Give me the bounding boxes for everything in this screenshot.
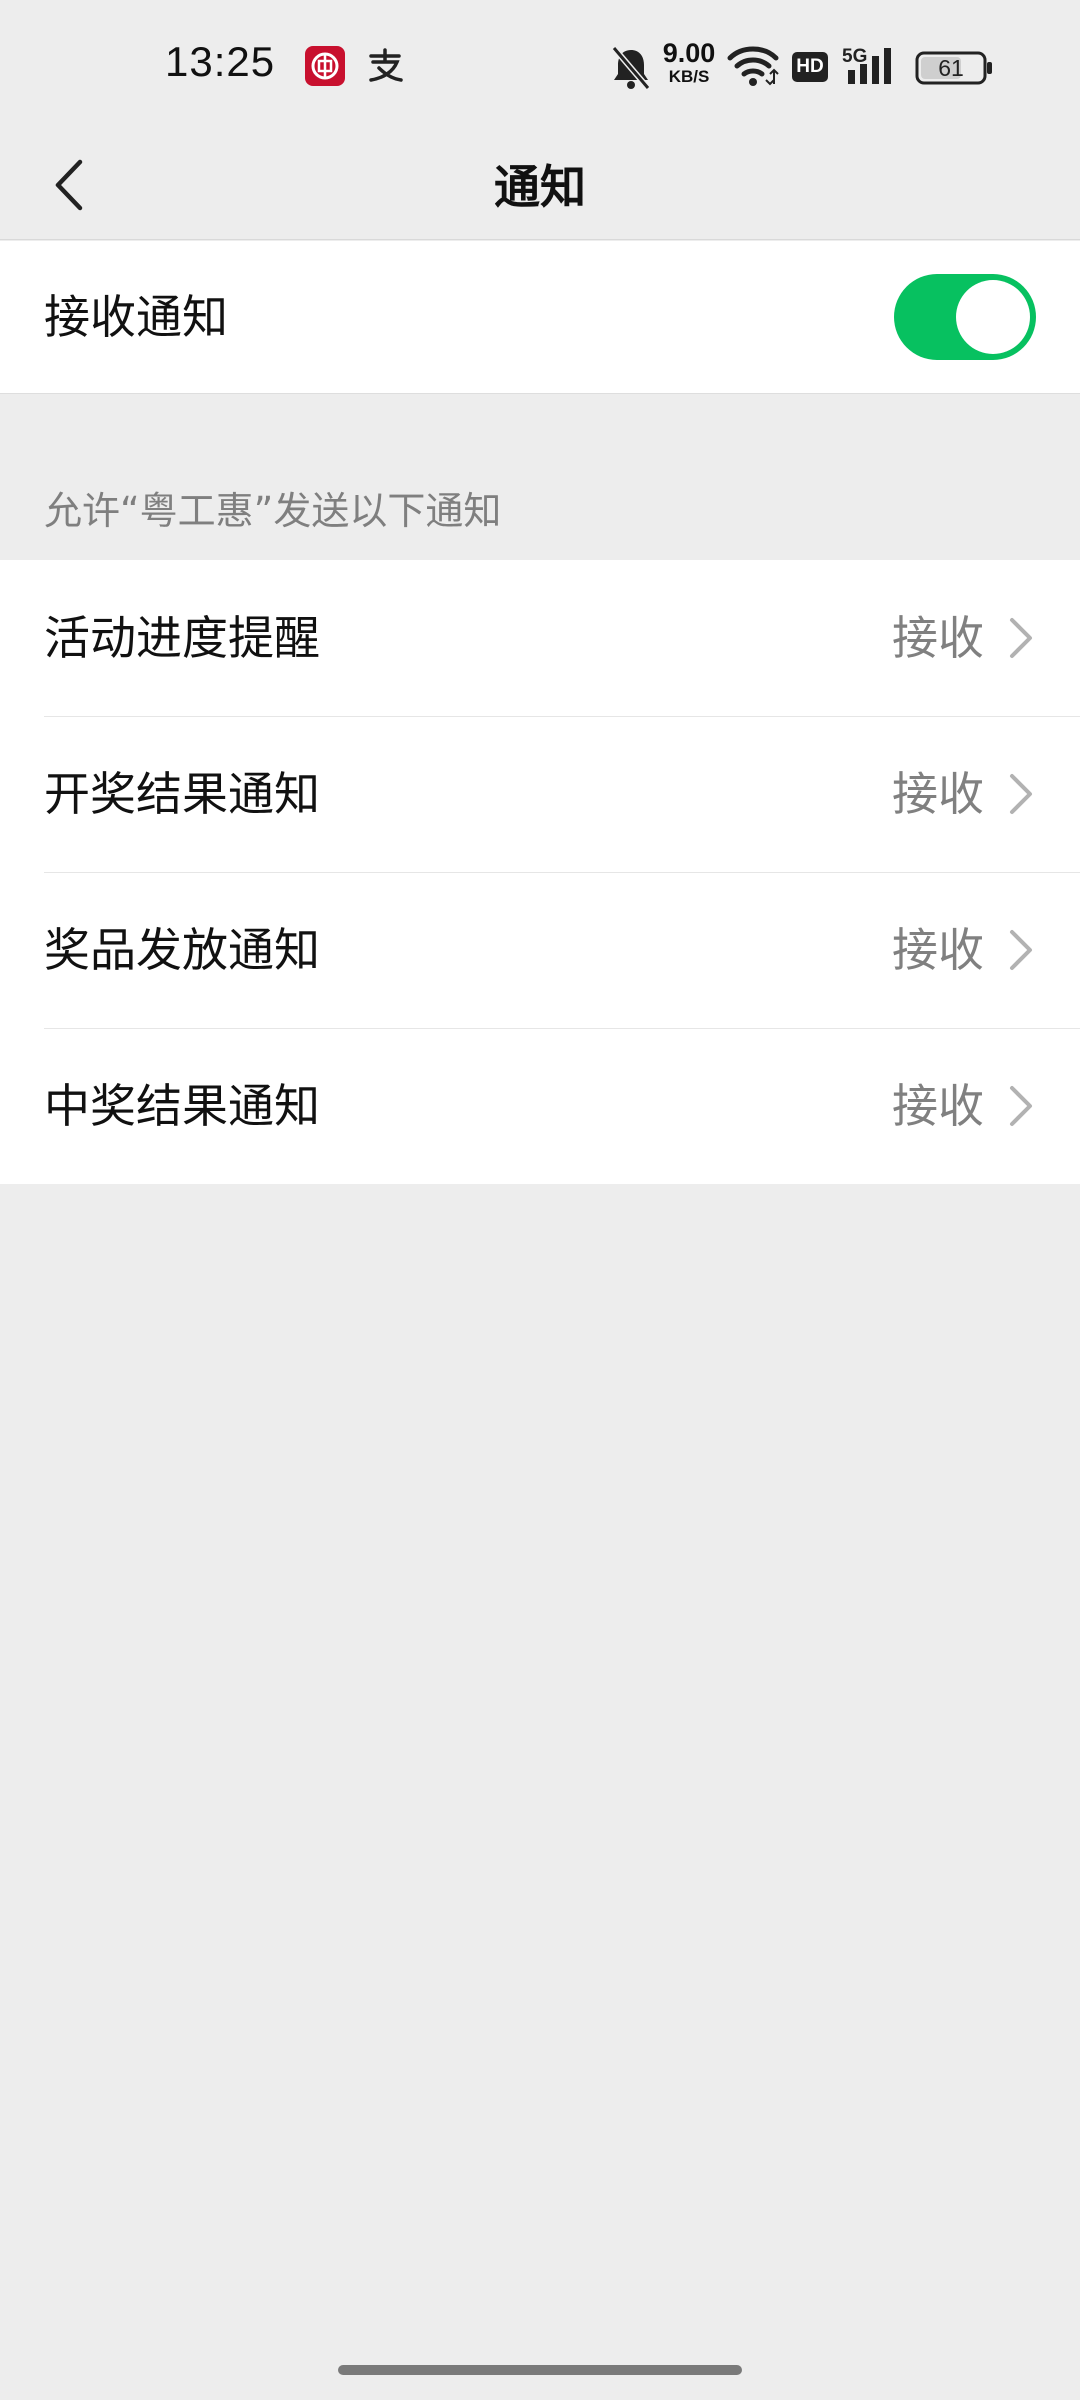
list-item-value: 接收: [892, 1079, 984, 1133]
status-bar: 13:25 9.00 KB/S HD 5G 61: [0, 0, 1080, 135]
receive-notifications-toggle[interactable]: [894, 274, 1036, 360]
network-type-label: 5G: [842, 46, 868, 67]
hd-label: HD: [796, 56, 824, 77]
list-item-label: 开奖结果通知: [44, 767, 320, 821]
list-item-value: 接收: [892, 767, 984, 821]
chevron-right-icon: [1010, 1086, 1032, 1126]
network-speed-value: 9.00: [662, 38, 716, 68]
battery-icon: 61: [915, 40, 995, 96]
network-speed: 9.00 KB/S: [658, 40, 720, 96]
back-button[interactable]: [30, 145, 110, 225]
network-speed-unit: KB/S: [668, 67, 710, 86]
list-item-activity-progress[interactable]: 活动进度提醒 接收: [0, 560, 1080, 716]
list-item-value: 接收: [892, 923, 984, 977]
list-item-label: 中奖结果通知: [44, 1079, 320, 1133]
bank-app-icon: [305, 46, 345, 86]
receive-notifications-label: 接收通知: [44, 290, 228, 344]
chevron-right-icon: [1010, 618, 1032, 658]
home-indicator[interactable]: [338, 2365, 742, 2375]
nav-bar: 通知: [0, 135, 1080, 240]
wifi-icon: [726, 40, 780, 96]
notification-type-list: 活动进度提醒 接收 开奖结果通知 接收 奖品发放通知 接收 中奖结果通知 接收: [0, 560, 1080, 1184]
signal-5g-icon: 5G: [842, 40, 902, 96]
bell-off-icon: [608, 40, 654, 96]
list-item-winning-result[interactable]: 中奖结果通知 接收: [0, 1028, 1080, 1184]
list-item-label: 活动进度提醒: [44, 611, 320, 665]
alipay-icon: [365, 46, 405, 86]
chevron-left-icon: [55, 159, 83, 211]
page-title: 通知: [494, 160, 586, 214]
receive-notifications-row: 接收通知: [0, 241, 1080, 394]
chevron-right-icon: [1010, 930, 1032, 970]
battery-level: 61: [938, 55, 964, 81]
list-item-value: 接收: [892, 611, 984, 665]
toggle-knob: [956, 280, 1030, 354]
list-item-draw-result[interactable]: 开奖结果通知 接收: [0, 716, 1080, 872]
chevron-right-icon: [1010, 774, 1032, 814]
list-item-label: 奖品发放通知: [44, 923, 320, 977]
hd-badge: HD: [790, 40, 830, 96]
list-item-prize-delivery[interactable]: 奖品发放通知 接收: [0, 872, 1080, 1028]
status-time: 13:25: [165, 38, 276, 85]
section-header: 允许“粤工惠”发送以下通知: [44, 489, 502, 533]
